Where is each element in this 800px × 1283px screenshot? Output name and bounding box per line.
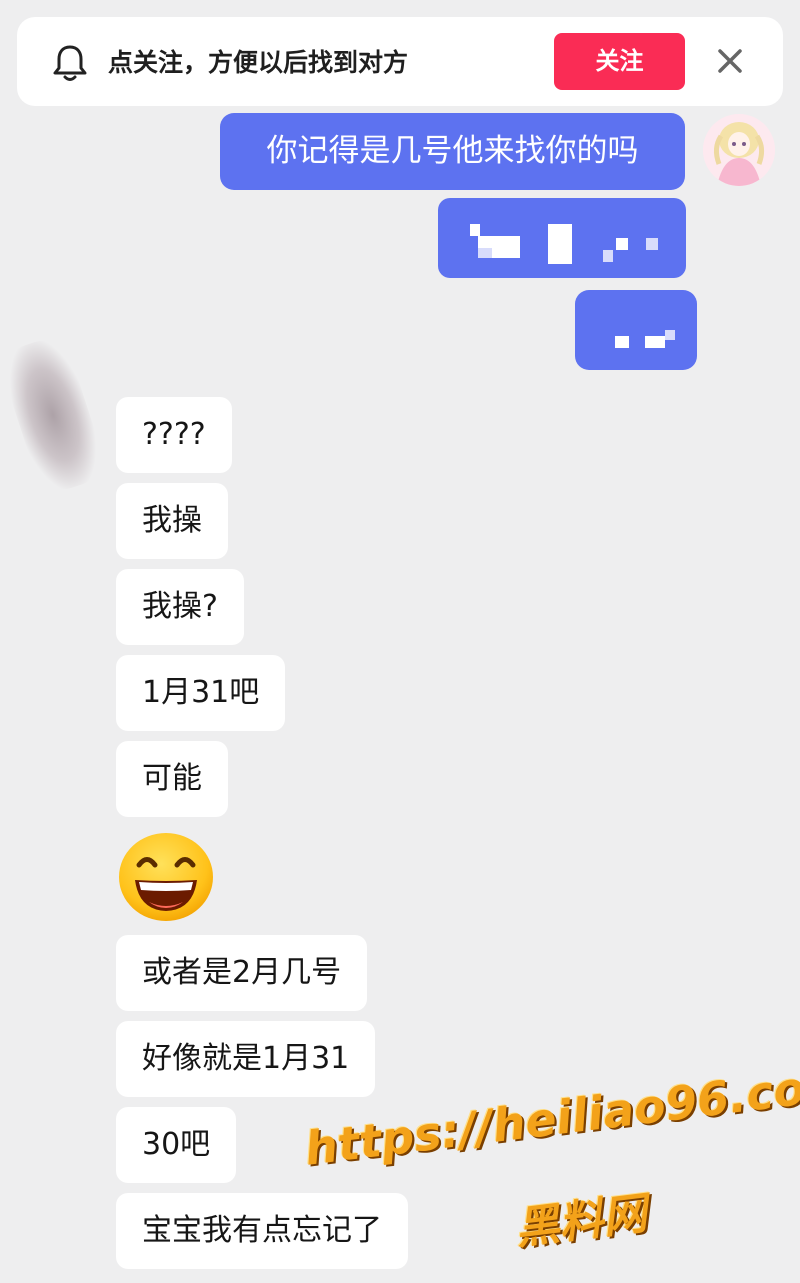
- message-incoming[interactable]: 1月31吧: [116, 655, 286, 731]
- message-incoming[interactable]: 30吧: [116, 1107, 237, 1183]
- message-incoming[interactable]: ????: [116, 397, 232, 473]
- pixel-block: [665, 330, 675, 340]
- watermark-name: 黑料网: [512, 1188, 650, 1255]
- pixel-block: [470, 224, 480, 236]
- avatar[interactable]: [703, 114, 775, 186]
- avatar-image: [703, 114, 775, 186]
- message-incoming[interactable]: 可能: [116, 741, 228, 817]
- banner-text: 点关注，方便以后找到对方: [108, 48, 409, 77]
- message-incoming[interactable]: 或者是2月几号: [116, 935, 368, 1011]
- message-outgoing-pixelated[interactable]: [438, 198, 686, 278]
- pixel-block: [548, 224, 572, 264]
- pixel-block: [615, 336, 629, 348]
- blurred-avatar: [0, 332, 110, 498]
- close-icon[interactable]: [716, 47, 744, 75]
- pixel-block: [478, 248, 492, 258]
- message-incoming[interactable]: 宝宝我有点忘记了: [116, 1193, 408, 1269]
- message-incoming[interactable]: 我操?: [116, 569, 244, 645]
- watermark-url: https://heiliao96.com: [301, 1055, 800, 1176]
- follow-button[interactable]: 关注: [554, 33, 685, 90]
- message-incoming[interactable]: 我操: [116, 483, 228, 559]
- pixel-block: [603, 250, 613, 262]
- grinning-face-emoji[interactable]: [117, 832, 215, 922]
- pixel-block: [616, 238, 628, 250]
- message-outgoing[interactable]: 你记得是几号他来找你的吗: [220, 113, 685, 190]
- bell-icon: [53, 45, 87, 81]
- pixel-block: [646, 238, 658, 250]
- message-incoming[interactable]: 好像就是1月31: [116, 1021, 376, 1097]
- pixel-block: [645, 336, 665, 348]
- message-outgoing-pixelated[interactable]: [575, 290, 697, 370]
